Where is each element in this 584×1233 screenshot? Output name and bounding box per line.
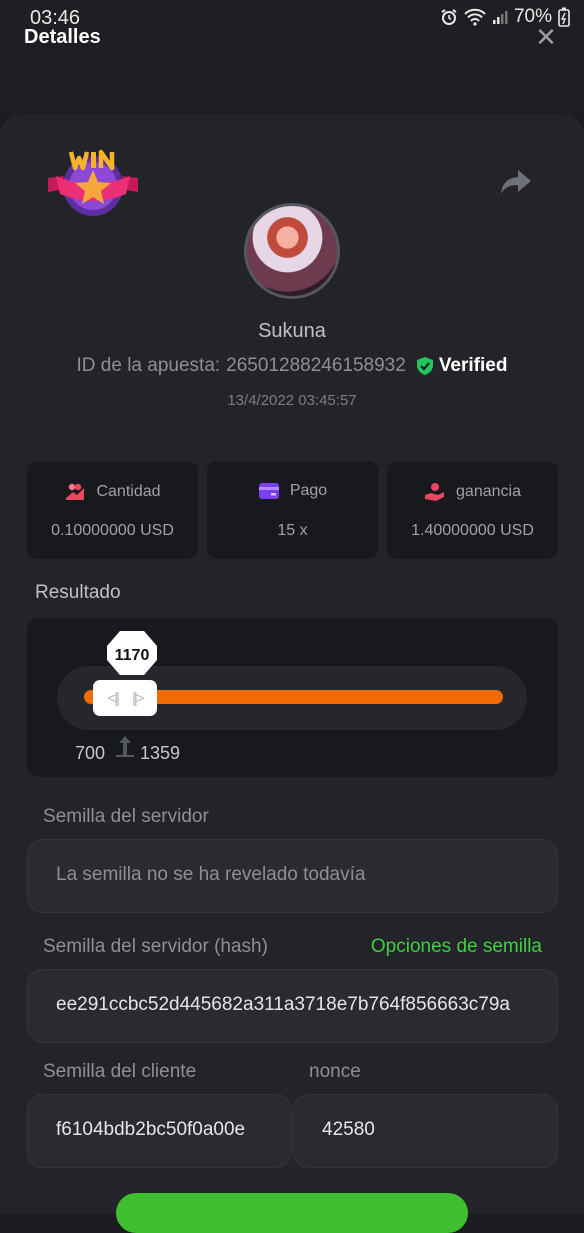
client-seed-value: f6104bdb2bc50f0a00e	[56, 1119, 246, 1140]
card-icon	[258, 483, 279, 499]
hand-coin-icon	[425, 483, 445, 501]
server-seed-hash-value: ee291ccbc52d445682a311a3718e7b764f856663…	[56, 994, 510, 1015]
server-seed-hash-field[interactable]: ee291ccbc52d445682a311a3718e7b764f856663…	[27, 969, 558, 1043]
chevron-left-icon: <||	[107, 689, 119, 707]
verify-button[interactable]	[116, 1193, 468, 1233]
stat-amount-value: 0.10000000 USD	[51, 522, 174, 539]
result-value-bubble: 1170	[107, 631, 157, 675]
stat-profit-label: ganancia	[456, 483, 521, 500]
stat-payout-label: Pago	[289, 482, 328, 499]
user-avatar	[244, 203, 340, 299]
stat-amount-label: Cantidad	[96, 483, 161, 500]
dialog-title: Detalles	[24, 26, 101, 48]
stat-profit: ganancia 1.40000000 USD	[387, 461, 558, 559]
seed-options-link[interactable]: Opciones de semilla	[371, 936, 542, 958]
nonce-value: 42580	[322, 1119, 375, 1140]
result-slider-handle[interactable]: <|| ||>	[93, 680, 157, 716]
verified-label: Verified	[438, 355, 508, 376]
close-icon[interactable]: ✕	[534, 24, 558, 50]
server-seed-value: La semilla no se ha revelado todavía	[56, 864, 366, 885]
stat-payout: Pago 15 x	[207, 461, 378, 559]
range-min: 700	[75, 743, 106, 763]
shield-check-icon	[416, 357, 433, 375]
result-label: Resultado	[35, 582, 121, 603]
client-seed-label: Semilla del cliente	[43, 1061, 197, 1082]
result-value: 1170	[115, 647, 150, 664]
signal-icon	[492, 11, 508, 24]
stat-payout-value: 15 x	[277, 522, 308, 539]
verified-badge: Verified	[416, 355, 508, 377]
bet-id-value: 26501288246158932	[226, 355, 406, 376]
coins-icon	[66, 483, 85, 500]
stat-amount: Cantidad 0.10000000 USD	[27, 461, 198, 559]
server-seed-label: Semilla del servidor	[43, 806, 209, 827]
server-seed-hash-label: Semilla del servidor (hash)	[43, 936, 268, 957]
nonce-label: nonce	[309, 1061, 361, 1082]
battery-icon	[558, 7, 570, 27]
bet-datetime: 13/4/2022 03:45:57	[227, 392, 357, 409]
bet-id-label: ID de la apuesta:	[76, 355, 221, 376]
wifi-icon	[464, 8, 486, 26]
username: Sukuna	[258, 320, 326, 342]
server-seed-field: La semilla no se ha revelado todavía	[27, 839, 558, 913]
nonce-field[interactable]: 42580	[293, 1094, 558, 1168]
win-badge-logo	[48, 149, 138, 216]
bet-id-row: ID de la apuesta: 26501288246158932 Veri…	[0, 355, 584, 377]
arrow-up-icon	[116, 736, 134, 757]
share-icon[interactable]	[500, 168, 532, 196]
range-max: 1359	[140, 743, 181, 763]
chevron-right-icon: ||>	[132, 689, 144, 707]
client-seed-field[interactable]: f6104bdb2bc50f0a00e	[27, 1094, 292, 1168]
alarm-icon	[441, 9, 457, 25]
stat-profit-value: 1.40000000 USD	[411, 522, 534, 539]
